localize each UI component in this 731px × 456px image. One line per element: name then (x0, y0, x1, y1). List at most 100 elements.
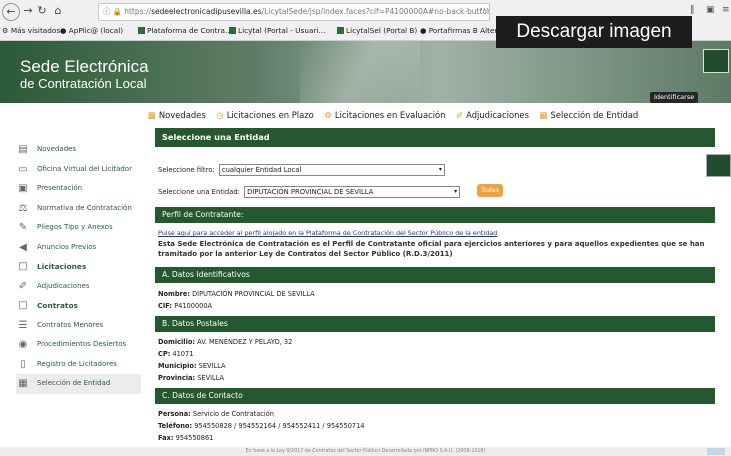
perfil-link[interactable]: Pulse aquí para acceder al perfil alojad… (158, 229, 497, 237)
nav-label: Selección de Entidad (550, 110, 639, 120)
entity-label: Seleccione una Entidad: (158, 188, 240, 196)
filter-select[interactable]: cualquier Entidad Local ▾ (218, 164, 445, 176)
sidebar-item-oficina-virtual[interactable]: ▭ Oficina Virtual del Licitador (16, 160, 141, 180)
url-host: sedeelectronicadipusevilla.es (151, 7, 262, 16)
lock-icon: ⓘ 🔒 (103, 7, 123, 16)
bookmark-label: Más visitados (10, 26, 61, 35)
building-icon: ▦ (18, 378, 28, 389)
site-title[interactable]: Sede Electrónica (20, 57, 149, 77)
sidebar: ▤ Novedades ▭ Oficina Virtual del Licitado… (16, 140, 141, 394)
nav-label: Licitaciones en Plazo (226, 110, 314, 120)
site-subtitle: de Contratación Local (20, 76, 147, 91)
folder-icon: □ (18, 261, 28, 272)
sidebar-item-label: Pliegos Tipo y Anexos (37, 223, 113, 231)
entity-row: Seleccione una Entidad: DIPUTACIÓN PROVI… (158, 186, 461, 198)
entity-select-value: DIPUTACIÓN PROVINCIAL DE SEVILLA (247, 188, 374, 196)
perfil-description: Esta Sede Electrónica de Contratación es… (158, 240, 705, 258)
identify-button[interactable]: Identificarse (650, 92, 699, 103)
bookmark-licytal[interactable]: Licytal (Portal - Usuari... (229, 22, 325, 40)
nav-label: Novedades (158, 110, 206, 120)
sidebar-item-desiertos[interactable]: ◉ Procedimientos Desiertos (16, 335, 141, 355)
sidebar-icon[interactable]: ▣ (706, 5, 715, 15)
folder-icon: □ (18, 300, 28, 311)
bookmark-label: Licytal (Portal - Usuari... (238, 26, 326, 35)
provincia-label: Provincia: (158, 374, 196, 382)
target-icon: ◉ (18, 339, 28, 350)
diputacion-logo (703, 49, 729, 73)
bookmark-applic[interactable]: ● ApPlic@ (local) (60, 22, 123, 40)
bookmark-label: LicytalSel (Portal B) (346, 26, 418, 35)
bookmark-plataforma[interactable]: Plataforma de Contra... (138, 22, 232, 40)
sidebar-item-label: Licitaciones (37, 262, 87, 271)
nombre-row: Nombre: DIPUTACIÓN PROVINCIAL DE SEVILLA (158, 290, 315, 298)
nav-licitaciones-evaluacion[interactable]: ⚙ Licitaciones en Evaluación (324, 110, 445, 120)
nav-licitaciones-plazo[interactable]: ◷ Licitaciones en Plazo (216, 110, 313, 120)
newspaper-icon: ▩ (148, 110, 156, 120)
sidebar-item-licitaciones[interactable]: □ Licitaciones (16, 257, 141, 277)
accessibility-badge[interactable] (707, 448, 725, 455)
gavel-icon: ✐ (18, 280, 28, 292)
sidebar-item-contratos-menores[interactable]: ☰ Contratos Menores (16, 316, 141, 336)
nav-label: Licitaciones en Evaluación (334, 110, 446, 120)
reload-icon[interactable]: ↻ (34, 3, 50, 19)
megaphone-icon: ◀ (19, 241, 27, 253)
municipio-row: Municipio: SEVILLA (158, 362, 225, 370)
sidebar-item-label: Registro de Licitadores (37, 359, 117, 368)
sidebar-item-contratos[interactable]: □ Contratos (16, 296, 141, 316)
domicilio-row: Domicilio: AV. MENÉNDEZ Y PELAYO, 32 (158, 338, 292, 346)
sidebar-item-label: Selección de Entidad (37, 379, 111, 387)
menu-icon[interactable]: ≡ (722, 5, 730, 15)
telefono-label: Teléfono: (158, 422, 193, 430)
list-icon: ☰ (18, 319, 28, 331)
page-actions-icon[interactable]: ··· (480, 5, 489, 15)
persona-label: Persona: (158, 410, 191, 418)
sidebar-item-pliegos[interactable]: ✎ Pliegos Tipo y Anexos (16, 218, 141, 238)
gear-icon: ⚙ (2, 26, 9, 35)
scale-icon: ⚖ (18, 202, 28, 214)
bookmark-mas-visitados[interactable]: ⚙ Más visitados (2, 22, 60, 40)
provincia-row: Provincia: SEVILLA (158, 374, 224, 382)
persona-row: Persona: Servicio de Contratación (158, 410, 274, 418)
download-image-overlay[interactable]: Descargar imagen (496, 16, 692, 48)
nav-label: Adjudicaciones (466, 110, 529, 120)
url-path: /LicytalSede/jsp/index.faces?cif=P410000… (261, 7, 490, 16)
bookmark-licytalsel[interactable]: LicytalSel (Portal B) (337, 22, 417, 40)
todas-button[interactable]: Todas (477, 184, 503, 197)
sidebar-item-label: Procedimientos Desiertos (37, 340, 127, 348)
footer-text: En base a la Ley 9/2017 de Contratos del… (245, 449, 486, 454)
sidebar-item-label: Novedades (37, 145, 77, 153)
fax-label: Fax: (158, 434, 174, 442)
cif-value: P4100000A (174, 302, 213, 310)
sidebar-item-anuncios[interactable]: ◀ Anuncios Previos (16, 238, 141, 258)
provincia-value: SEVILLA (197, 374, 225, 382)
sidebar-item-label: Presentación (37, 184, 83, 192)
domicilio-label: Domicilio: (158, 338, 195, 346)
sidebar-item-novedades[interactable]: ▤ Novedades (16, 140, 141, 160)
pencil-icon: ✎ (18, 222, 28, 233)
sidebar-item-presentacion[interactable]: ▣ Presentación (16, 179, 141, 199)
footer: En base a la Ley 9/2017 de Contratos del… (0, 447, 731, 456)
filter-row: Seleccione filtro: cualquier Entidad Loc… (158, 164, 445, 176)
sidebar-item-label: Adjudicaciones (37, 281, 90, 290)
newspaper-icon: ▤ (18, 144, 28, 155)
chevron-down-icon: ▾ (438, 166, 442, 173)
sidebar-item-label: Oficina Virtual del Licitador (37, 164, 132, 173)
sidebar-item-normativa[interactable]: ⚖ Normativa de Contratación (16, 199, 141, 219)
library-icon[interactable]: ‖ (690, 5, 695, 15)
sidebar-item-registro[interactable]: ▯ Registro de Licitadores (16, 355, 141, 375)
home-icon[interactable]: ⌂ (50, 3, 66, 19)
sidebar-item-seleccion-entidad[interactable]: ▦ Selección de Entidad (16, 374, 141, 394)
gears-icon: ⚙ (324, 110, 332, 120)
telefono-row: Teléfono: 954550828 / 954552164 / 954552… (158, 422, 364, 430)
back-arrow-icon[interactable]: ← (2, 3, 20, 21)
filter-label: Seleccione filtro: (158, 166, 215, 174)
nav-novedades[interactable]: ▩ Novedades (148, 110, 206, 120)
fax-value: 954550861 (175, 434, 214, 442)
nav-adjudicaciones[interactable]: ✐ Adjudicaciones (456, 110, 529, 120)
url-bar[interactable]: ⓘ 🔒 https://sedeelectronicadipusevilla.es… (98, 3, 490, 21)
bookmark-icon (138, 27, 145, 34)
sidebar-item-adjudicaciones[interactable]: ✐ Adjudicaciones (16, 277, 141, 297)
entity-select[interactable]: DIPUTACIÓN PROVINCIAL DE SEVILLA ▾ (244, 186, 461, 198)
cp-row: CP: 41071 (158, 350, 193, 358)
nav-seleccion-entidad[interactable]: ▦ Selección de Entidad (540, 110, 639, 120)
